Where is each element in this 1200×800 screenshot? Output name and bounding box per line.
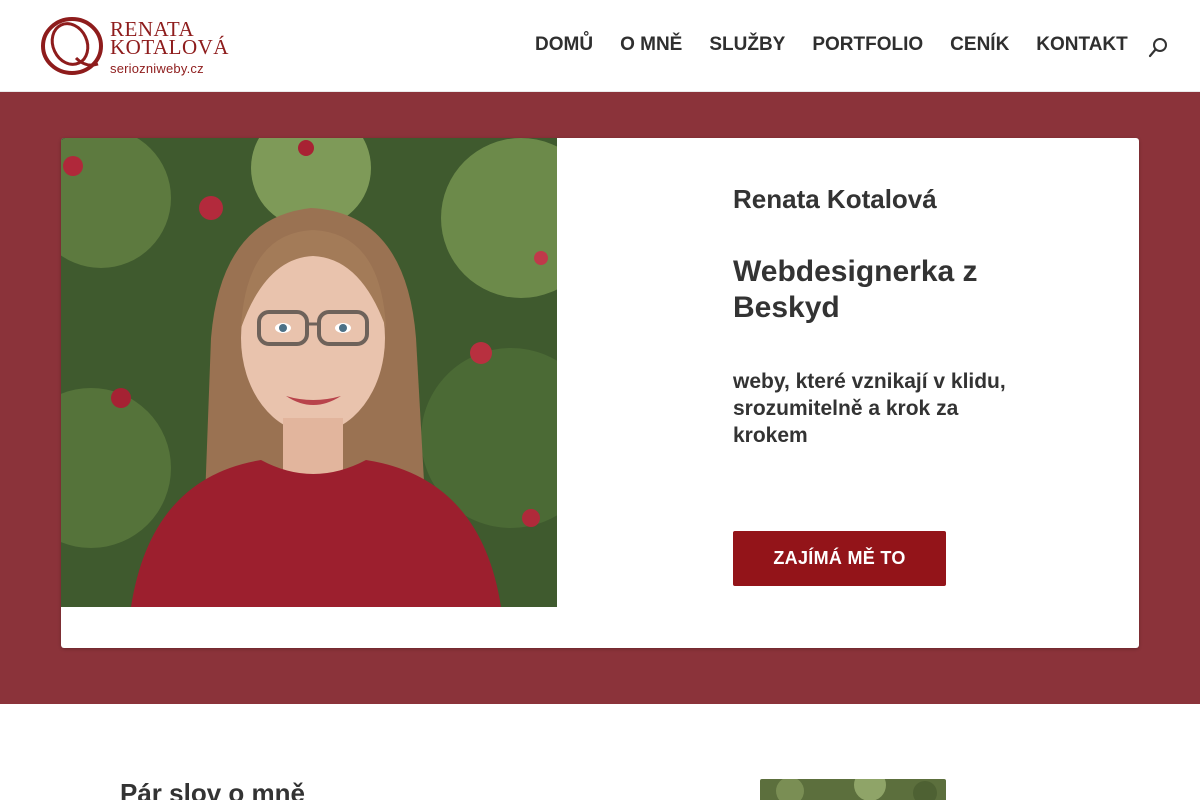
logo-line2: KOTALOVÁ [110, 35, 229, 59]
nav-item-domu[interactable]: DOMŮ [535, 34, 593, 56]
portrait-photo [61, 138, 557, 607]
about-photo-illustration [760, 779, 946, 800]
about-heading: Pár slov o mně [120, 778, 305, 800]
logo-mark-icon [41, 17, 103, 75]
nav-item-o-mne[interactable]: O MNĚ [620, 34, 682, 56]
portrait-illustration [61, 138, 557, 607]
logo-text: RENATA KOTALOVÁ seriozniweby.cz [110, 19, 229, 78]
hero-section: Renata Kotalová Webdesignerka z Beskyd w… [0, 92, 1200, 704]
nav-item-cenik[interactable]: CENÍK [950, 34, 1009, 56]
site-header: RENATA KOTALOVÁ seriozniweby.cz DOMŮ O M… [0, 0, 1200, 92]
about-photo [760, 779, 946, 800]
site-logo[interactable]: RENATA KOTALOVÁ seriozniweby.cz [40, 14, 230, 78]
nav-item-sluzby[interactable]: SLUŽBY [709, 34, 785, 56]
search-icon[interactable] [1148, 36, 1170, 58]
hero-subtitle: weby, které vznikají v klidu, srozumitel… [733, 370, 1006, 447]
hero-title: Webdesignerka z Beskyd [733, 255, 978, 324]
hero-card: Renata Kotalová Webdesignerka z Beskyd w… [61, 138, 1139, 648]
nav-item-kontakt[interactable]: KONTAKT [1036, 34, 1127, 56]
hero-text-block: Renata Kotalová Webdesignerka z Beskyd w… [733, 184, 1053, 449]
cta-button[interactable]: ZAJÍMÁ MĚ TO [733, 531, 946, 586]
logo-domain: seriozniweby.cz [110, 61, 204, 76]
hero-name: Renata Kotalová [733, 184, 937, 214]
main-nav: DOMŮ O MNĚ SLUŽBY PORTFOLIO CENÍK KONTAK… [535, 34, 1155, 56]
nav-item-portfolio[interactable]: PORTFOLIO [812, 34, 923, 56]
